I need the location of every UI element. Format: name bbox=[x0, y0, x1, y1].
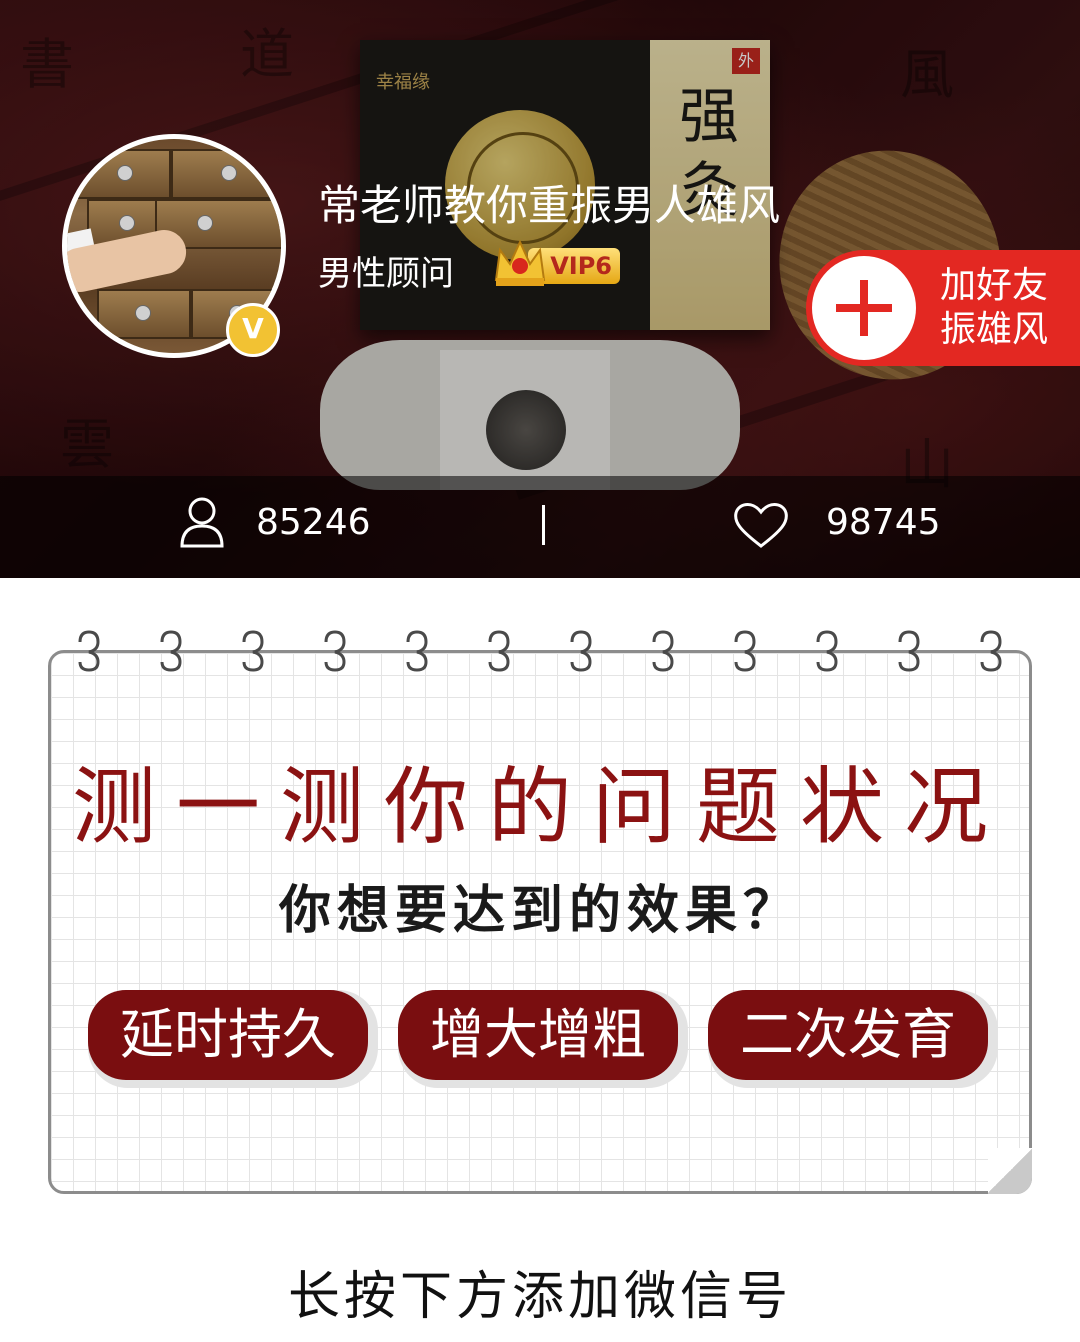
spiral-ring bbox=[406, 630, 428, 672]
crown-icon bbox=[494, 239, 546, 286]
vip-badge: VIP6 bbox=[492, 236, 622, 290]
avatar-drawer bbox=[77, 149, 171, 199]
add-friend-line1: 加好友 bbox=[940, 265, 1049, 306]
spiral-ring bbox=[488, 630, 510, 672]
spiral-ring bbox=[898, 630, 920, 672]
stats-divider bbox=[542, 505, 545, 545]
spiral-ring bbox=[734, 630, 756, 672]
spiral-ring bbox=[980, 630, 1002, 672]
spiral-ring bbox=[78, 630, 100, 672]
spiral-ring bbox=[160, 630, 182, 672]
spiral-ring bbox=[570, 630, 592, 672]
profile-name: 常老师教你重振男人雄风 bbox=[318, 181, 781, 230]
option-label: 延时持久 bbox=[88, 990, 368, 1080]
page-curl bbox=[988, 1148, 1032, 1194]
spiral-ring bbox=[242, 630, 264, 672]
likes-count: 98745 bbox=[826, 502, 941, 543]
avatar-drawer bbox=[97, 289, 191, 339]
add-friend-label[interactable]: 加好友 振雄风 bbox=[940, 264, 1048, 352]
plus-icon bbox=[860, 280, 868, 336]
spiral-ring bbox=[652, 630, 674, 672]
spiral-ring bbox=[324, 630, 346, 672]
add-friend-line2: 振雄风 bbox=[940, 309, 1049, 350]
user-icon bbox=[180, 497, 224, 548]
quiz-subtitle: 你想要达到的效果？ bbox=[278, 881, 801, 941]
followers-count: 85246 bbox=[256, 502, 371, 543]
option-label: 增大增粗 bbox=[398, 990, 678, 1080]
option-button-1[interactable]: 延时持久 bbox=[88, 990, 378, 1088]
option-label: 二次发育 bbox=[708, 990, 988, 1080]
profile-role: 男性顾问 bbox=[318, 254, 454, 294]
heart-icon[interactable] bbox=[732, 500, 790, 550]
spiral-ring bbox=[816, 630, 838, 672]
option-button-2[interactable]: 增大增粗 bbox=[398, 990, 688, 1088]
option-button-3[interactable]: 二次发育 bbox=[708, 990, 998, 1088]
footer-instruction: 长按下方添加微信号 bbox=[287, 1267, 792, 1327]
verified-badge: V bbox=[226, 303, 280, 357]
avatar-drawer bbox=[171, 149, 281, 199]
quiz-title: 测一测你的问题状况 bbox=[71, 758, 1008, 856]
